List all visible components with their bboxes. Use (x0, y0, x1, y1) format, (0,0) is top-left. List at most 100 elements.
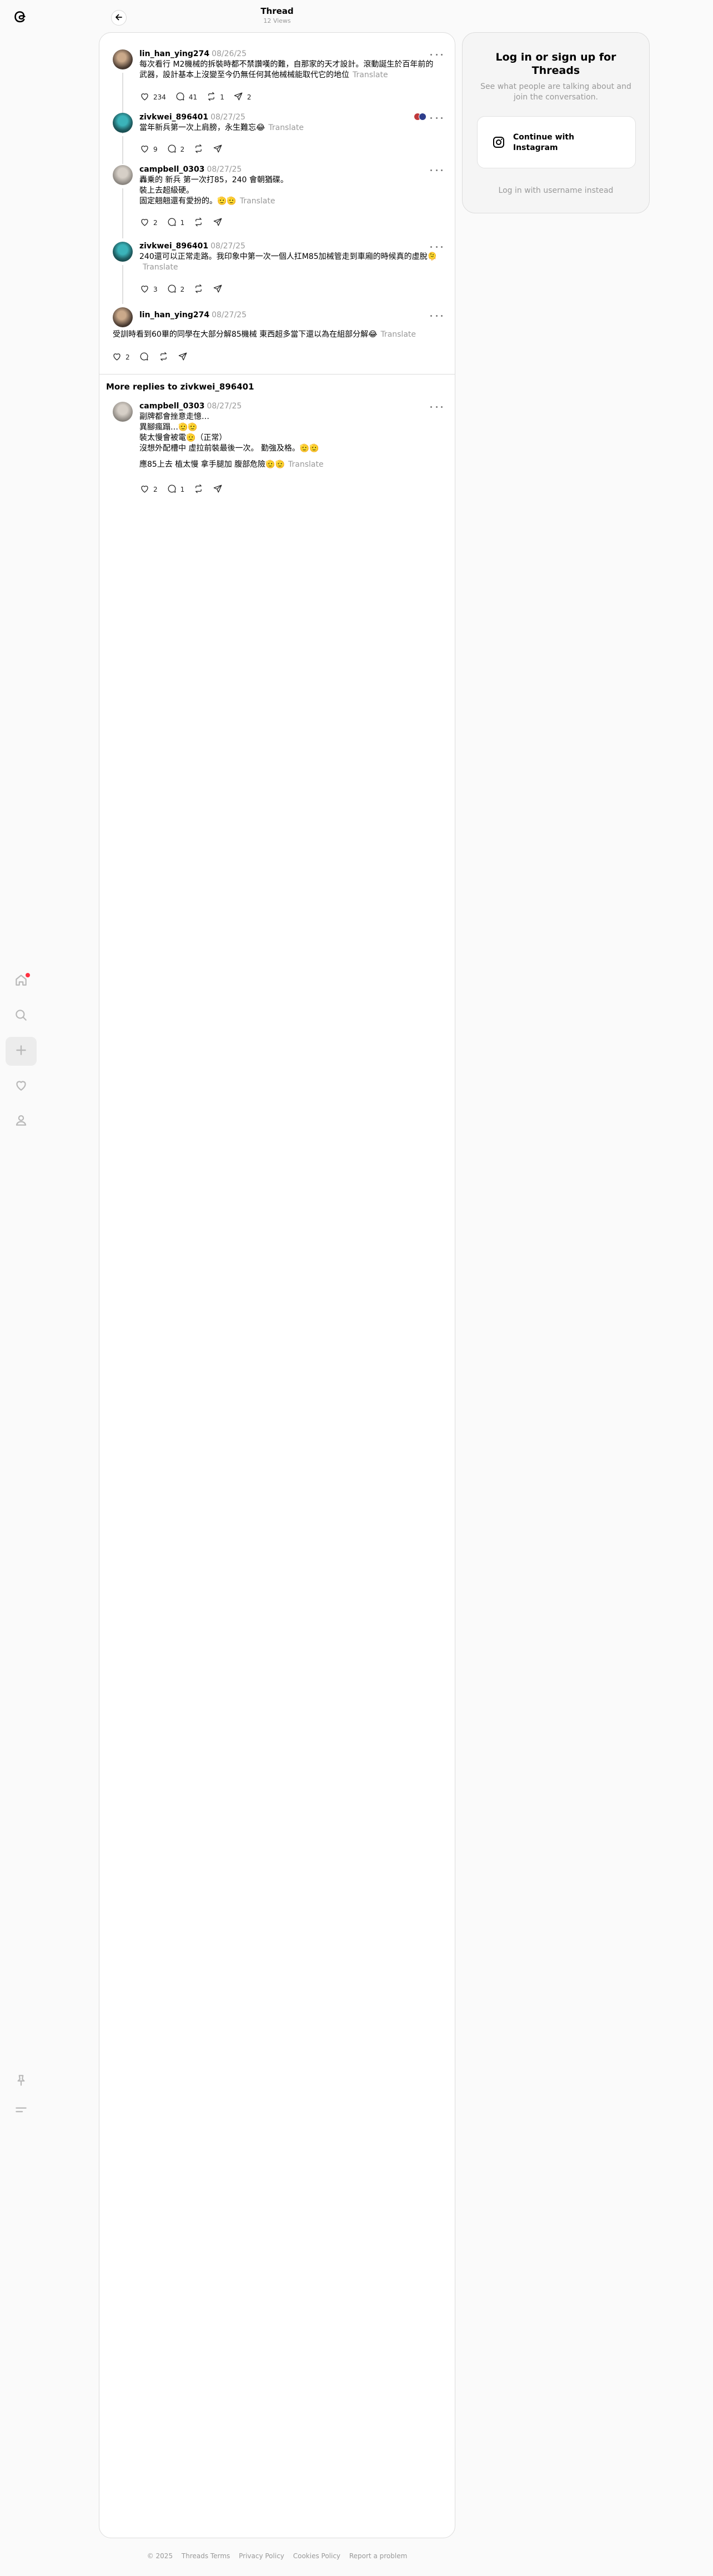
like-button[interactable]: 9 (139, 143, 158, 156)
share-count: 2 (247, 93, 252, 101)
threads-logo-icon[interactable] (10, 7, 30, 27)
reply-button[interactable] (139, 351, 149, 364)
nav-pinned[interactable] (6, 2067, 37, 2096)
post-text: 每次看行 M2機械的拆裝時都不禁讚嘆的難，自那家的天才設計。滾動誕生於百年前的武… (139, 59, 439, 81)
translate-link[interactable]: Translate (240, 197, 275, 206)
like-count: 2 (153, 219, 158, 227)
translate-link[interactable]: Translate (268, 123, 304, 132)
repost-button[interactable] (158, 351, 169, 364)
like-icon (139, 283, 150, 296)
post-body: 應85上去 植太慢 拿手腿加 腹部危險🫡🫡 (139, 460, 285, 469)
nav-create[interactable] (6, 1037, 37, 1066)
post-body: 受訓時看到60畢的同學在大部分解85機械 東西超多當下還以為在組部分解😂 (113, 330, 378, 339)
like-button[interactable]: 2 (139, 216, 158, 229)
avatar[interactable] (113, 49, 133, 69)
post-username[interactable]: zivkwei_896401 (139, 242, 208, 251)
repost-icon (206, 91, 217, 103)
avatar[interactable] (113, 307, 133, 327)
share-button[interactable] (213, 216, 223, 229)
share-button[interactable] (213, 143, 223, 156)
like-count: 234 (153, 93, 166, 101)
thread-post: zivkwei_896401 08/27/25 當年新兵第一次上肩膀，永生難忘😂 T… (99, 112, 455, 167)
post-text: 受訓時看到60畢的同學在大部分解85機械 東西超多當下還以為在組部分解😂 Tran… (113, 330, 439, 340)
thread-post: lin_han_ying274 08/27/25 受訓時看到60畢的同學在大部分解… (99, 306, 455, 373)
more-icon[interactable] (430, 114, 443, 122)
plus-icon (14, 1043, 28, 1060)
privacy-link[interactable]: Privacy Policy (239, 2552, 284, 2560)
share-button[interactable] (178, 351, 188, 364)
thread-connector (122, 188, 123, 238)
translate-link[interactable]: Translate (380, 330, 416, 339)
reply-button[interactable]: 1 (167, 483, 184, 496)
share-icon (213, 217, 223, 229)
like-button[interactable]: 2 (139, 483, 158, 496)
report-problem-link[interactable]: Report a problem (349, 2552, 407, 2560)
translate-link[interactable]: Translate (143, 263, 178, 272)
repost-icon (193, 143, 204, 156)
cookies-link[interactable]: Cookies Policy (293, 2552, 340, 2560)
reply-icon (167, 283, 177, 296)
like-icon (139, 483, 150, 496)
post-body: 每次看行 M2機械的拆裝時都不禁讚嘆的難，自那家的天才設計。滾動誕生於百年前的武… (139, 60, 434, 79)
more-icon[interactable] (430, 243, 443, 251)
share-button[interactable] (213, 283, 223, 296)
nav-profile[interactable] (6, 1107, 37, 1136)
like-icon (139, 217, 150, 229)
repost-button[interactable]: 1 (206, 91, 224, 104)
username-login-link[interactable]: Log in with username instead (463, 186, 649, 195)
nav-menu[interactable] (6, 2096, 37, 2125)
continue-with-instagram-button[interactable]: Continue with Instagram (477, 116, 636, 168)
like-count: 9 (153, 146, 158, 153)
more-icon[interactable] (430, 51, 443, 58)
more-icon[interactable] (430, 403, 443, 411)
post-username[interactable]: campbell_0303 (139, 402, 204, 411)
notification-dot (26, 973, 30, 977)
share-button[interactable]: 2 (233, 91, 252, 104)
thread-post: campbell_0303 08/27/25 副牌都會挫意走憶… 異腳瘋蹋…🫡🫡 … (99, 401, 455, 501)
translate-link[interactable]: Translate (353, 71, 388, 79)
repost-count: 1 (220, 93, 224, 101)
reply-icon (175, 91, 185, 103)
reply-button[interactable]: 41 (175, 91, 197, 104)
like-icon (139, 143, 150, 156)
nav-home[interactable] (6, 967, 37, 996)
translate-link[interactable]: Translate (288, 460, 324, 469)
reply-button[interactable]: 1 (167, 216, 184, 229)
share-icon (233, 91, 244, 103)
post-date: 08/27/25 (212, 311, 247, 319)
avatar[interactable] (113, 242, 133, 262)
repost-button[interactable] (193, 216, 204, 229)
reply-button[interactable]: 2 (167, 143, 185, 156)
instagram-button-label: Continue with Instagram (513, 133, 575, 152)
share-button[interactable] (213, 483, 223, 496)
reply-button[interactable]: 2 (167, 283, 184, 296)
avatar[interactable] (113, 165, 133, 185)
more-replies-heading: More replies to zivkwei_896401 (106, 382, 254, 392)
repost-button[interactable] (193, 143, 204, 156)
nav-activity[interactable] (6, 1072, 37, 1101)
more-icon[interactable] (430, 312, 443, 319)
login-subtitle: See what people are talking about and jo… (480, 82, 631, 102)
post-username[interactable]: lin_han_ying274 (139, 311, 209, 319)
terms-link[interactable]: Threads Terms (182, 2552, 230, 2560)
like-button[interactable]: 234 (139, 91, 166, 104)
repost-button[interactable] (193, 283, 204, 296)
post-username[interactable]: lin_han_ying274 (139, 49, 209, 58)
share-icon (213, 283, 223, 296)
more-icon[interactable] (430, 166, 443, 174)
like-icon (112, 351, 122, 363)
like-button[interactable]: 2 (112, 351, 130, 364)
reply-count: 2 (180, 146, 185, 153)
search-icon (14, 1008, 28, 1025)
menu-icon (14, 2103, 28, 2119)
profile-icon (14, 1113, 28, 1130)
repost-button[interactable] (193, 483, 204, 496)
avatar[interactable] (113, 402, 133, 422)
share-icon (178, 351, 188, 363)
avatar[interactable] (113, 113, 133, 133)
post-username[interactable]: campbell_0303 (139, 165, 204, 174)
nav-search[interactable] (6, 1002, 37, 1031)
like-button[interactable]: 3 (139, 283, 158, 296)
login-card: Log in or sign up for Threads See what p… (462, 32, 650, 213)
post-username[interactable]: zivkwei_896401 (139, 113, 208, 122)
